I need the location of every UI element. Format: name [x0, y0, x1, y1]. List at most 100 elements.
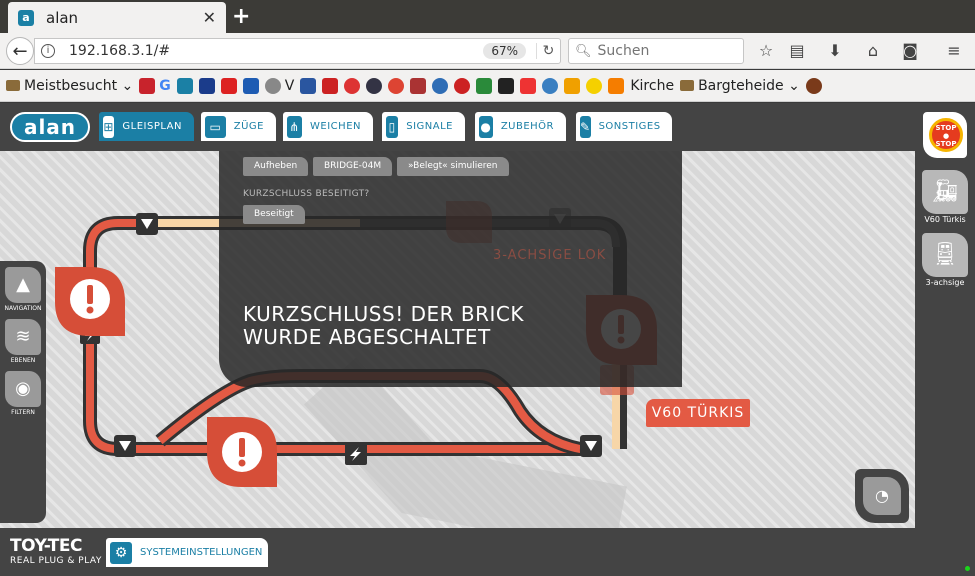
pocket-icon[interactable]: ◙ [900, 41, 920, 61]
feeder-icon[interactable] [345, 443, 367, 465]
browser-nav-bar: ← i 192.168.3.1/# 67% ↻ 🔍︎ ☆ ▤ ⬇ ⌂ ◙ ≡ [0, 33, 975, 69]
short-circuit-question: KURZSCHLUSS BESEITIGT? [243, 189, 370, 199]
message-line: KURZSCHLUSS! DER BRICK [243, 302, 524, 326]
left-toolbar: ▲ NAVIGATION ≋ EBENEN ◉ FILTERN [0, 261, 46, 523]
short-circuit-message: KURZSCHLUSS! DER BRICK WURDE ABGESCHALTE… [243, 303, 643, 349]
loco-name-label[interactable]: 3-ACHSIGE LOK [493, 248, 606, 263]
url-text[interactable]: 192.168.3.1/# [69, 43, 483, 59]
browser-tab-bar: a alan ✕ + [0, 0, 975, 33]
home-icon[interactable]: ⌂ [863, 41, 883, 61]
search-input[interactable] [597, 43, 738, 59]
bookmark-item[interactable]: Kirche [608, 77, 675, 94]
bookmark-icon[interactable] [586, 77, 603, 94]
tab-label: WEICHEN [310, 121, 361, 132]
unlink-button[interactable]: Aufheben [243, 157, 309, 176]
loco-icon[interactable]: 🚆︎ [922, 233, 968, 277]
gear-icon: ⚙ [110, 541, 132, 564]
zoom-level[interactable]: 67% [483, 43, 526, 59]
tab-label: SONSTIGES [598, 121, 661, 132]
bookmark-icon[interactable] [520, 77, 537, 94]
fixed-button[interactable]: Beseitigt [243, 205, 305, 224]
compass-icon[interactable]: ▲ [5, 267, 41, 303]
loco-name-label[interactable]: V60 TÜRKIS [646, 399, 750, 427]
direction-marker[interactable] [114, 435, 136, 457]
fit-view-tool[interactable]: ◔ [855, 469, 909, 523]
tab-signale[interactable]: ▯ SIGNALE [382, 112, 465, 141]
tab-sonstiges[interactable]: ✎ SONSTIGES [576, 112, 672, 141]
bookmark-icon[interactable] [242, 77, 259, 94]
folder-icon [6, 80, 20, 91]
menu-icon[interactable]: ≡ [944, 41, 964, 61]
emergency-stop-button[interactable]: STOP ● STOP [923, 112, 967, 158]
stop-icon: STOP ● STOP [929, 118, 963, 152]
signal-icon: ▯ [386, 115, 399, 138]
bookmark-icon[interactable] [498, 77, 515, 94]
bookmark-icon[interactable] [139, 77, 156, 94]
stop-label: STOP [935, 140, 957, 148]
system-settings-button[interactable]: ⚙ SYSTEMEINSTELLUNGEN [106, 538, 268, 567]
misc-icon: ✎ [580, 115, 591, 138]
short-circuit-dialog: VERKNÜPFUNG BEARBEITEN Aufheben BRIDGE-0… [219, 143, 682, 387]
reload-icon[interactable]: ↻ [536, 43, 560, 59]
bulb-icon: ● [479, 115, 493, 138]
bookmark-label[interactable]: V [285, 78, 295, 94]
tab-label: ZÜGE [233, 121, 264, 132]
track-plan-icon: ⊞ [103, 115, 115, 138]
star-icon[interactable]: ☆ [756, 41, 776, 61]
download-icon[interactable]: ⬇ [825, 41, 845, 61]
bookmark-folder[interactable]: Bargteheide ⌄ [680, 78, 800, 94]
bookmark-icon[interactable] [476, 77, 493, 94]
warning-marker[interactable] [55, 267, 125, 336]
bookmark-icon[interactable] [388, 77, 405, 94]
browser-tab[interactable]: a alan ✕ [8, 2, 226, 33]
bookmark-icon[interactable] [300, 77, 317, 94]
bookmark-icon[interactable] [344, 77, 361, 94]
direction-marker[interactable] [580, 435, 602, 457]
bookmark-icon[interactable] [564, 77, 581, 94]
bookmark-icon[interactable] [220, 77, 237, 94]
tab-zubehoer[interactable]: ● ZUBEHÖR [475, 112, 566, 141]
back-button[interactable]: ← [6, 37, 34, 65]
search-bar[interactable]: 🔍︎ [568, 38, 744, 64]
bookmark-icon[interactable] [432, 77, 449, 94]
warning-marker[interactable] [207, 417, 277, 487]
toytec-logo: TOY-TEC [10, 536, 83, 556]
bookmark-label: Meistbesucht [24, 77, 118, 94]
eye-icon[interactable]: ◉ [5, 371, 41, 407]
bookmark-icon[interactable] [366, 77, 383, 94]
right-sidebar: STOP ● STOP 🚂︎ V60 Türkis 🚆︎ 3-achsige [915, 103, 975, 576]
bookmark-label[interactable]: G [159, 78, 171, 94]
bookmark-icon[interactable] [198, 77, 215, 94]
new-tab-button[interactable]: + [232, 4, 250, 29]
tab-weichen[interactable]: ⋔ WEICHEN [283, 112, 373, 141]
settings-label: SYSTEMEINSTELLUNGEN [140, 547, 263, 558]
simulate-occupied-button[interactable]: »Belegt« simulieren [397, 157, 509, 176]
stop-label: STOP [935, 124, 957, 132]
reading-list-icon[interactable]: ▤ [787, 41, 807, 61]
url-bar[interactable]: i 192.168.3.1/# 67% ↻ [34, 38, 561, 64]
bookmark-label: Bargteheide [698, 77, 784, 94]
tool-label: EBENEN [10, 357, 36, 364]
bookmark-icon[interactable] [176, 77, 193, 94]
bridge-button[interactable]: BRIDGE-04M [313, 157, 393, 176]
bookmark-icon[interactable] [542, 77, 559, 94]
bookmark-folder[interactable]: Meistbesucht ⌄ [6, 78, 133, 94]
layers-icon[interactable]: ≋ [5, 319, 41, 355]
tab-zuege[interactable]: ▭ ZÜGE [201, 112, 276, 141]
tool-label: NAVIGATION [4, 305, 42, 312]
bookmark-icon[interactable] [410, 77, 427, 94]
info-icon[interactable]: i [41, 44, 55, 58]
tab-gleisplan[interactable]: ⊞ GLEISPLAN [99, 112, 194, 141]
bookmark-icon[interactable] [454, 77, 471, 94]
status-indicator [965, 566, 970, 571]
bookmarks-bar: Meistbesucht ⌄ G V Kirche Bargteheide ⌄ [0, 70, 975, 102]
direction-marker[interactable] [136, 213, 158, 235]
bookmark-icon[interactable] [805, 77, 822, 94]
tab-title: alan [46, 8, 79, 27]
bookmark-icon[interactable] [322, 77, 339, 94]
bookmark-label: Kirche [630, 77, 675, 94]
switch-icon: ⋔ [287, 115, 303, 138]
loco-icon[interactable]: 🚂︎ [922, 170, 968, 214]
bookmark-icon[interactable] [264, 77, 281, 94]
close-tab-icon[interactable]: ✕ [203, 8, 216, 27]
